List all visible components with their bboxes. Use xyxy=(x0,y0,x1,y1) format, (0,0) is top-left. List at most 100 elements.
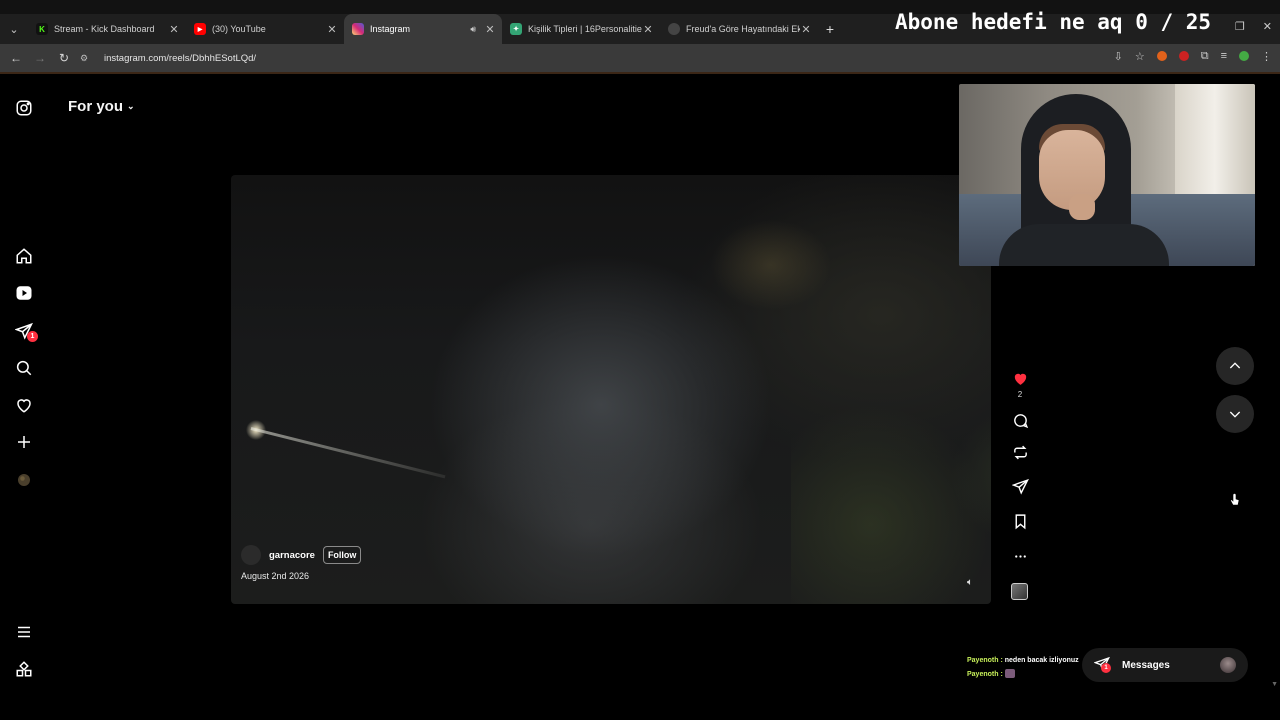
messages-label: Messages xyxy=(1122,659,1170,671)
share-icon xyxy=(1011,478,1029,495)
messages-button[interactable]: 1 Messages xyxy=(1082,648,1248,682)
tab-kick[interactable]: K Stream - Kick Dashboard ✕ xyxy=(28,14,186,44)
url-text: instagram.com/reels/DbhhESotLQd/ xyxy=(104,52,257,64)
tab-title: (30) YouTube xyxy=(212,24,266,34)
scroll-down-arrow[interactable]: ▼ xyxy=(1271,681,1278,688)
foliage xyxy=(791,405,991,604)
repost-icon xyxy=(1013,445,1027,460)
reel-video[interactable]: garnacore Follow August 2nd 2026 🔈︎ xyxy=(231,175,991,604)
stream-overlay-text: Abone hedefi ne aq 0 / 25 xyxy=(895,10,1212,34)
emote-icon xyxy=(1004,669,1015,679)
chat-message: Payenoth : xyxy=(967,668,1079,682)
body xyxy=(999,224,1169,266)
forward-icon[interactable]: → xyxy=(28,51,52,65)
heart-icon xyxy=(1014,373,1026,385)
extension-icon[interactable] xyxy=(1156,51,1167,61)
search-icon[interactable] xyxy=(14,358,34,378)
tab-freud[interactable]: Freud'a Göre Hayatındaki Eksik ✕ xyxy=(660,14,818,44)
kick-icon: K xyxy=(36,23,48,35)
tab-title: Stream - Kick Dashboard xyxy=(54,24,155,34)
avatar[interactable] xyxy=(241,545,261,565)
notification-badge: 1 xyxy=(1101,663,1111,673)
hand xyxy=(1069,194,1095,220)
close-window-icon[interactable]: ✕ xyxy=(1263,20,1272,33)
16personalities-icon: ✦ xyxy=(510,23,522,35)
instagram-sidenav: 1 xyxy=(0,74,50,704)
more-options-button[interactable] xyxy=(1008,548,1032,565)
media-control-icon[interactable]: ≡ xyxy=(1221,50,1227,63)
tab-search-button[interactable]: ⌄ xyxy=(0,14,28,44)
chevron-down-icon xyxy=(1229,411,1241,418)
chevron-up-icon xyxy=(1229,362,1241,369)
bottom-bar xyxy=(0,704,1280,720)
bookmark-star-icon[interactable]: ☆ xyxy=(1135,50,1145,63)
reels-icon[interactable] xyxy=(14,283,34,303)
volume-icon[interactable]: 🔈︎ xyxy=(963,577,977,591)
reel-date: August 2nd 2026 xyxy=(241,571,310,581)
previous-reel-button[interactable] xyxy=(1216,347,1254,385)
feed-title: For you xyxy=(68,98,123,115)
comment-button[interactable] xyxy=(1008,412,1032,429)
generic-icon xyxy=(668,23,680,35)
create-icon[interactable] xyxy=(14,432,34,452)
address-bar: ← → ↻ ⚙ instagram.com/reels/DbhhESotLQd/… xyxy=(0,44,1280,72)
chevron-down-icon: ⌄ xyxy=(127,101,135,111)
youtube-icon: ▶ xyxy=(194,23,206,35)
repost-button[interactable] xyxy=(1008,444,1032,461)
more-options-icon xyxy=(1014,555,1026,558)
speaker-icon[interactable]: 🔊︎ xyxy=(470,24,476,35)
new-tab-button[interactable]: + xyxy=(818,21,842,37)
avatar xyxy=(1220,657,1236,673)
notification-badge: 1 xyxy=(27,331,38,342)
stream-chat: Payenoth : neden bacak izliyonuz Payenot… xyxy=(967,654,1079,681)
chat-text: neden bacak izliyonuz xyxy=(1004,657,1079,664)
instagram-logo-icon[interactable] xyxy=(14,98,34,118)
restore-icon[interactable]: ❐ xyxy=(1235,20,1245,33)
site-info-icon[interactable]: ⚙ xyxy=(80,53,94,64)
chat-username: Payenoth : xyxy=(967,657,1003,664)
tab-title: Instagram xyxy=(370,24,411,34)
more-menu-icon[interactable] xyxy=(14,622,34,642)
tab-title: Kişilik Tipleri | 16Personalities xyxy=(528,24,642,34)
browser-menu-icon[interactable]: ⋮ xyxy=(1261,50,1272,63)
reel-author: garnacore Follow xyxy=(241,545,362,565)
close-tab-icon[interactable]: ✕ xyxy=(642,23,654,36)
like-count: 2 xyxy=(1017,390,1023,399)
url-field[interactable]: ⚙ instagram.com/reels/DbhhESotLQd/ xyxy=(80,48,1100,68)
profile-icon[interactable] xyxy=(14,470,34,490)
bookmark-icon xyxy=(1015,514,1025,530)
tab-instagram[interactable]: Instagram 🔊︎ ✕ xyxy=(344,14,502,44)
reel-username[interactable]: garnacore xyxy=(269,550,315,561)
webcam-overlay xyxy=(959,84,1255,266)
like-button[interactable]: 2 xyxy=(1008,370,1032,399)
reload-icon[interactable]: ↻ xyxy=(52,51,76,65)
close-tab-icon[interactable]: ✕ xyxy=(484,23,496,36)
feed-selector[interactable]: For you ⌄ xyxy=(68,98,135,115)
profile-icon[interactable] xyxy=(1239,51,1249,61)
comment-icon xyxy=(1013,414,1028,429)
close-tab-icon[interactable]: ✕ xyxy=(326,23,338,36)
chat-message: Payenoth : neden bacak izliyonuz xyxy=(967,654,1079,668)
tab-title: Freud'a Göre Hayatındaki Eksik xyxy=(686,24,800,34)
back-icon[interactable]: ← xyxy=(4,51,28,65)
notifications-icon[interactable] xyxy=(14,395,34,415)
next-reel-button[interactable] xyxy=(1216,395,1254,433)
close-tab-icon[interactable]: ✕ xyxy=(800,23,812,36)
instagram-page: 1 For you ⌄ garnacore Follow August 2nd … xyxy=(0,74,1280,704)
share-button[interactable] xyxy=(1008,478,1032,495)
tab-16personalities[interactable]: ✦ Kişilik Tipleri | 16Personalities ✕ xyxy=(502,14,660,44)
follow-button[interactable]: Follow xyxy=(322,546,362,564)
tab-youtube[interactable]: ▶ (30) YouTube ✕ xyxy=(186,14,344,44)
save-button[interactable] xyxy=(1008,513,1032,530)
audio-thumbnail[interactable] xyxy=(1011,583,1028,600)
install-app-icon[interactable]: ⇩ xyxy=(1114,50,1123,63)
also-from-meta-icon[interactable] xyxy=(14,659,34,679)
mouse-cursor-icon xyxy=(1230,493,1240,506)
home-icon[interactable] xyxy=(14,246,34,266)
close-tab-icon[interactable]: ✕ xyxy=(168,23,180,36)
chat-username: Payenoth : xyxy=(967,670,1003,678)
extension-icon[interactable] xyxy=(1178,51,1189,61)
window-controls: ❐ ✕ xyxy=(1235,20,1272,33)
instagram-icon xyxy=(352,23,364,35)
extensions-puzzle-icon[interactable]: ⧉ xyxy=(1201,50,1209,63)
